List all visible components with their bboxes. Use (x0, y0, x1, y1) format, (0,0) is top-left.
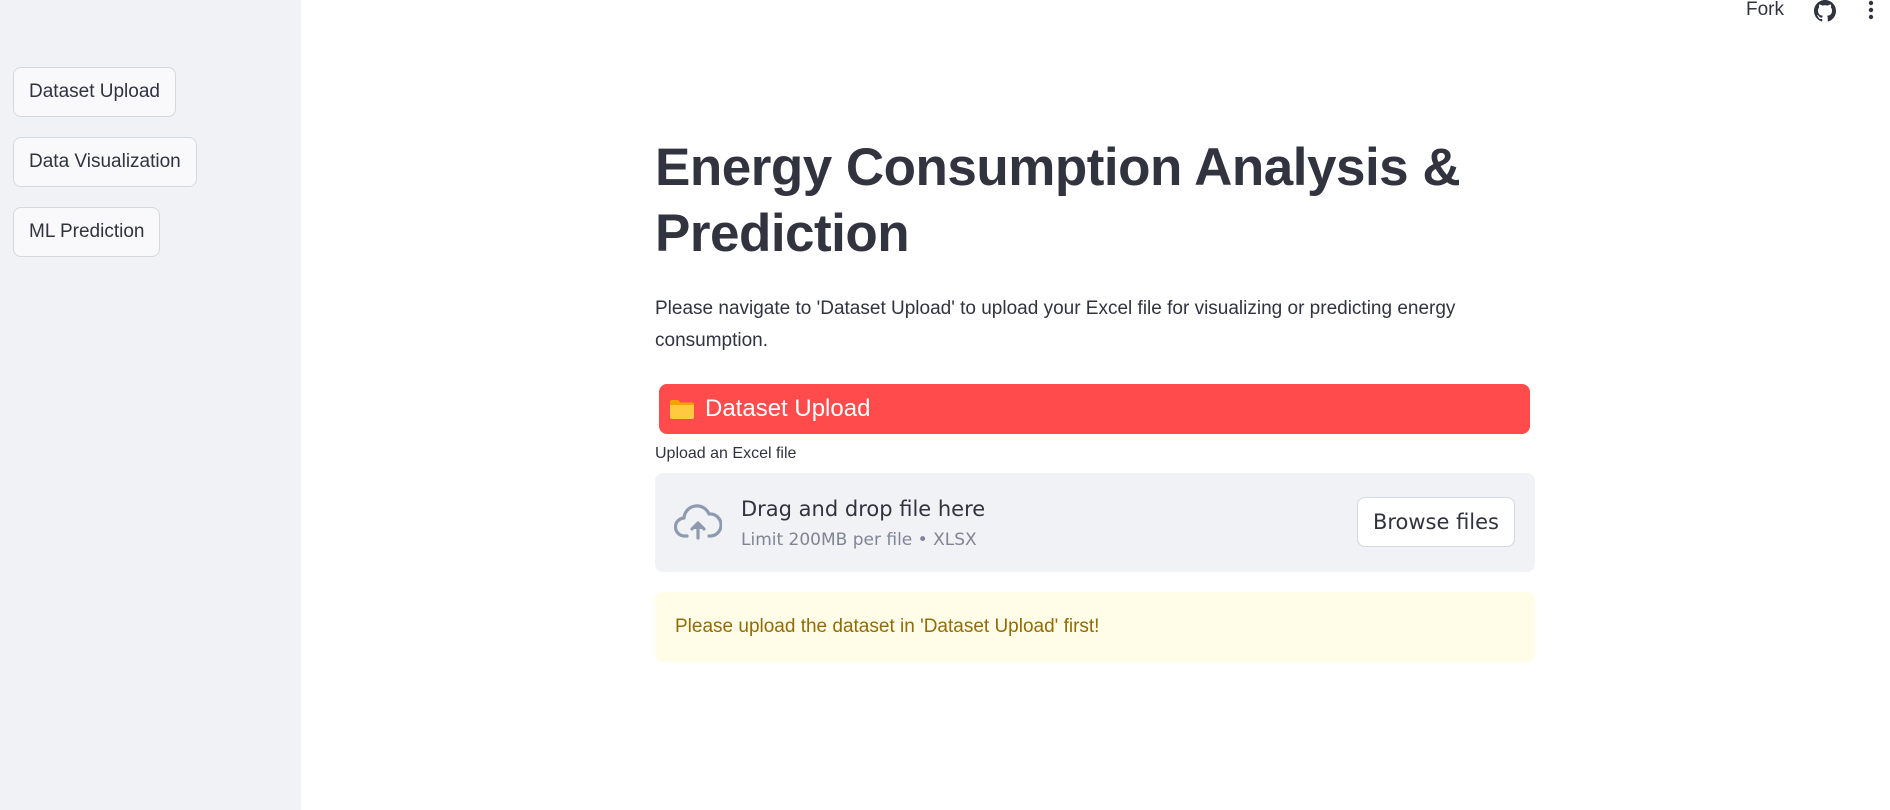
browse-files-button[interactable]: Browse files (1356, 497, 1515, 547)
file-dropzone[interactable]: Drag and drop file here Limit 200MB per … (655, 473, 1535, 572)
dropzone-title: Drag and drop file here (741, 497, 986, 521)
sidebar-item-ml-prediction[interactable]: ML Prediction (13, 207, 161, 257)
github-icon[interactable] (1814, 0, 1836, 22)
header-toolbar: Fork (1690, 0, 1890, 24)
dropzone-text: Drag and drop file here Limit 200MB per … (741, 497, 985, 550)
main-content: Energy Consumption Analysis & Prediction… (655, 135, 1535, 662)
sidebar-nav: Dataset Upload Data Visualization ML Pre… (13, 67, 197, 257)
section-title: Dataset Upload (705, 395, 871, 422)
more-vertical-icon[interactable] (1864, 0, 1878, 22)
sidebar-item-dataset-upload[interactable]: Dataset Upload (13, 67, 176, 117)
cloud-upload-icon (674, 504, 722, 540)
app-root: Dataset Upload Data Visualization ML Pre… (0, 0, 1890, 810)
fork-link[interactable]: Fork (1746, 0, 1784, 21)
sidebar: Dataset Upload Data Visualization ML Pre… (0, 0, 301, 810)
upload-label: Upload an Excel file (655, 445, 797, 462)
folder-icon (670, 400, 694, 419)
page-title: Energy Consumption Analysis & Prediction (655, 138, 1461, 263)
warning-alert: Please upload the dataset in 'Dataset Up… (655, 592, 1535, 662)
sidebar-item-data-visualization[interactable]: Data Visualization (13, 137, 197, 187)
intro-text: Please navigate to 'Dataset Upload' to u… (655, 298, 1456, 351)
dropzone-limit: Limit 200MB per file • XLSX (741, 530, 977, 550)
section-banner: Dataset Upload (659, 384, 1530, 434)
